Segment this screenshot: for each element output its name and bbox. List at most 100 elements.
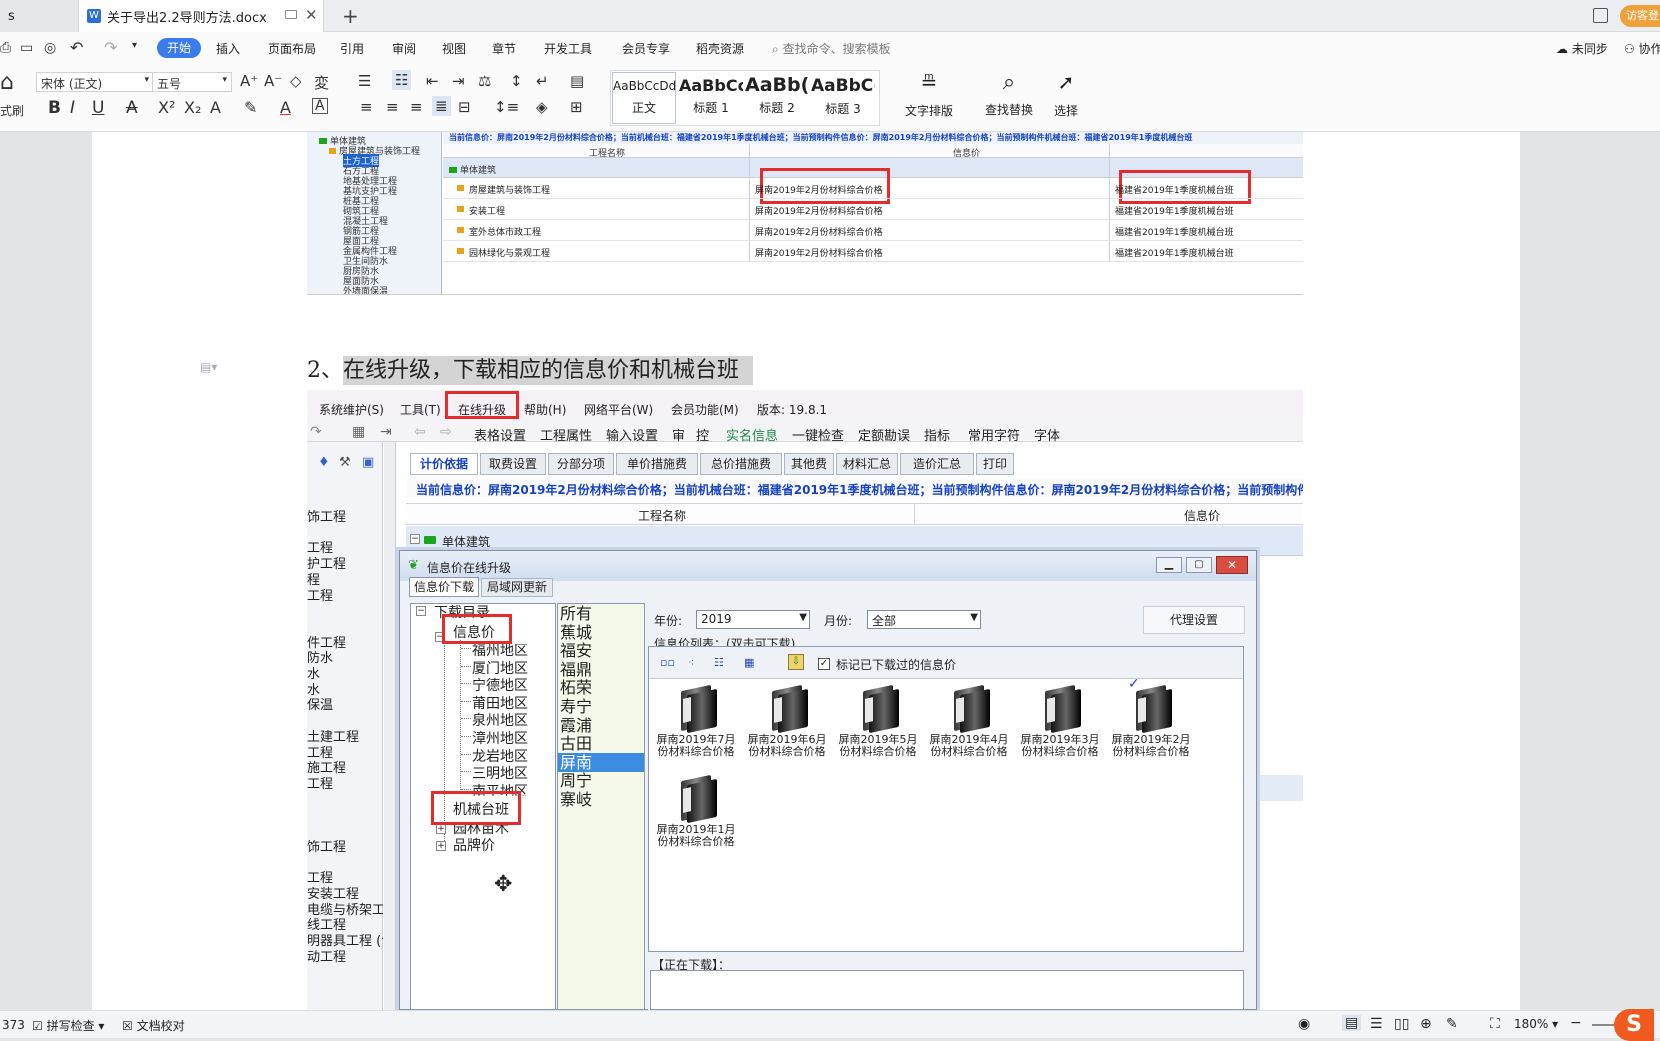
close-button[interactable]: ✕ bbox=[1216, 556, 1248, 574]
city-item[interactable]: 福安 bbox=[558, 641, 644, 660]
strikethrough-icon[interactable]: A bbox=[126, 98, 138, 118]
zoom-select[interactable]: 180% ▾ bbox=[1514, 1017, 1558, 1031]
new-tab-button[interactable]: + bbox=[334, 0, 358, 32]
format-painter-label[interactable]: 式刷 bbox=[0, 102, 24, 119]
price-item[interactable]: 屏南2019年7月 份材料综合价格 bbox=[652, 684, 740, 758]
justify-icon[interactable]: ≣ bbox=[432, 96, 451, 116]
app-tab[interactable]: 单价措施费 bbox=[616, 453, 698, 475]
grow-font-icon[interactable]: A⁺ bbox=[240, 72, 258, 90]
app-toolbar-item[interactable]: 实名信息 bbox=[726, 425, 778, 444]
left-tree-item[interactable]: 饰工程 bbox=[307, 506, 383, 525]
app-toolbar-item[interactable]: 一键检查 bbox=[792, 425, 844, 444]
view-small-icon[interactable]: ⁖ bbox=[688, 656, 694, 669]
print-icon[interactable]: ▭ bbox=[20, 40, 33, 56]
app-tab[interactable]: 取费设置 bbox=[480, 453, 546, 475]
format-painter-icon[interactable]: ⌂ bbox=[0, 70, 14, 95]
app-toolbar-item[interactable]: 字体 bbox=[1034, 425, 1060, 444]
monitor-icon[interactable] bbox=[285, 10, 297, 19]
dialog-titlebar[interactable]: ❦ 信息价在线升级 ▁ ▢ ✕ bbox=[400, 551, 1256, 581]
download-icon[interactable]: ⇩ bbox=[788, 654, 804, 670]
bold-icon[interactable]: B bbox=[48, 98, 61, 118]
filter-icon[interactable]: ♦ bbox=[318, 455, 330, 470]
city-item[interactable]: 柘荣 bbox=[558, 678, 644, 697]
indent-icon[interactable]: ⇥ bbox=[452, 72, 465, 90]
app-tab[interactable]: 材料汇总 bbox=[836, 453, 898, 475]
pen-icon[interactable]: ✎ bbox=[1446, 1016, 1458, 1032]
layout-icon[interactable] bbox=[1593, 8, 1608, 23]
line-spacing-icon[interactable]: ↕≡ bbox=[494, 98, 519, 116]
maximize-button[interactable]: ▢ bbox=[1186, 557, 1212, 573]
reading-view-icon[interactable]: ▯▯ bbox=[1394, 1016, 1409, 1032]
app-menu-member[interactable]: 会员功能(M) bbox=[671, 401, 739, 418]
price-item[interactable]: 屏南2019年6月 份材料综合价格 bbox=[743, 684, 831, 758]
underline-icon[interactable]: U bbox=[92, 98, 104, 118]
menu-start[interactable]: 开始 bbox=[157, 38, 201, 58]
city-item[interactable]: 所有 bbox=[558, 604, 644, 623]
proofread-button[interactable]: ☒ 文档校对 bbox=[122, 1017, 185, 1034]
sync-status[interactable]: ☁ 未同步 bbox=[1556, 40, 1608, 57]
redo-icon[interactable]: ↷ bbox=[104, 38, 117, 57]
paragraph-marker-icon[interactable]: ▤▾ bbox=[200, 360, 217, 374]
app-toolbar-item[interactable]: 审 bbox=[672, 425, 685, 444]
borders-icon[interactable]: ⊞ bbox=[570, 98, 583, 116]
view-detail-icon[interactable]: ▦ bbox=[744, 656, 754, 669]
price-item[interactable]: ✓ 屏南2019年2月 份材料综合价格 bbox=[1107, 676, 1195, 758]
page-number[interactable]: 373 bbox=[2, 1018, 25, 1032]
font-size-select[interactable]: 五号 ▾ bbox=[152, 72, 232, 92]
tab-prev[interactable]: s bbox=[0, 0, 78, 32]
app-menu-system[interactable]: 系统维护(S) bbox=[319, 401, 384, 418]
app-toolbar-item[interactable]: 表格设置 bbox=[474, 425, 526, 444]
font-color-icon[interactable]: A bbox=[280, 98, 291, 117]
menu-developer[interactable]: 开发工具 bbox=[544, 40, 592, 57]
find-replace-button[interactable]: ⌕ 查找替换 bbox=[978, 70, 1040, 126]
collab-button[interactable]: ⚇ 协作 bbox=[1624, 40, 1660, 57]
tab-document[interactable]: W 关于导出2.2导则方法.docx ✕ bbox=[78, 0, 324, 32]
menu-chapter[interactable]: 章节 bbox=[492, 40, 516, 57]
fit-page-icon[interactable]: ⛶ bbox=[1490, 1016, 1500, 1032]
app-toolbar-item[interactable]: 定额勘误 bbox=[858, 425, 910, 444]
app-tab[interactable]: 分部分项 bbox=[548, 453, 614, 475]
left-tree-item[interactable]: 饰工程 bbox=[307, 836, 383, 855]
collapse-icon[interactable]: − bbox=[410, 534, 420, 544]
minimize-button[interactable]: ▁ bbox=[1156, 557, 1182, 573]
preview-icon[interactable]: ◎ bbox=[44, 40, 56, 56]
superscript-icon[interactable]: X² bbox=[158, 98, 175, 117]
left-tree-item[interactable]: 工程 bbox=[307, 773, 383, 792]
align-center-icon[interactable]: ≡ bbox=[386, 98, 399, 116]
export-icon[interactable]: ⇥ bbox=[380, 424, 392, 440]
month-select[interactable]: 全部 ▼ bbox=[867, 610, 981, 629]
menu-docer[interactable]: 稻壳资源 bbox=[696, 40, 744, 57]
tab-info-download[interactable]: 信息价下载 bbox=[409, 577, 479, 597]
price-item[interactable]: 屏南2019年3月 份材料综合价格 bbox=[1016, 684, 1104, 758]
app-tab[interactable]: 计价依据 bbox=[410, 453, 478, 475]
expand-icon[interactable]: + bbox=[436, 824, 446, 834]
app-toolbar-item[interactable]: 常用字符 bbox=[968, 425, 1020, 444]
price-item[interactable]: 屏南2019年4月 份材料综合价格 bbox=[925, 684, 1013, 758]
chevron-down-icon[interactable]: ▾ bbox=[132, 40, 137, 51]
table-icon[interactable]: ▤ bbox=[570, 72, 584, 90]
guest-login-button[interactable]: 访客登 bbox=[1620, 5, 1660, 27]
app-tab[interactable]: 总价措施费 bbox=[700, 453, 782, 475]
app-toolbar-item[interactable]: 控 bbox=[696, 425, 709, 444]
tool-icon[interactable]: ⚒ bbox=[339, 455, 351, 470]
view-list-icon[interactable]: ☷ bbox=[714, 656, 724, 669]
style-heading-3[interactable]: AaBbC( 标题 3 bbox=[811, 72, 875, 124]
menu-insert[interactable]: 插入 bbox=[216, 40, 240, 57]
app-toolbar-item[interactable]: 输入设置 bbox=[606, 425, 658, 444]
app-tab[interactable]: 造价汇总 bbox=[900, 453, 974, 475]
select-button[interactable]: ➚ 选择 bbox=[1046, 70, 1086, 126]
left-tree-item[interactable]: 保温 bbox=[307, 694, 383, 713]
menu-member[interactable]: 会员专享 bbox=[622, 40, 670, 57]
bookmark-icon[interactable]: ▣ bbox=[362, 455, 374, 470]
shading-icon[interactable]: ◈ bbox=[536, 98, 548, 116]
eye-icon[interactable]: ◉ bbox=[1298, 1016, 1310, 1032]
web-view-icon[interactable]: ⊕ bbox=[1420, 1016, 1432, 1032]
city-item[interactable]: 屏南 bbox=[558, 752, 644, 772]
expand-icon[interactable]: + bbox=[436, 841, 446, 851]
menu-review[interactable]: 审阅 bbox=[392, 40, 416, 57]
city-item[interactable]: 福鼎 bbox=[558, 660, 644, 679]
undo-icon[interactable]: ↶ bbox=[70, 38, 83, 57]
bullets-icon[interactable]: ☰ bbox=[358, 72, 371, 90]
italic-icon[interactable]: I bbox=[70, 98, 75, 118]
city-item[interactable]: 周宁 bbox=[558, 771, 644, 790]
